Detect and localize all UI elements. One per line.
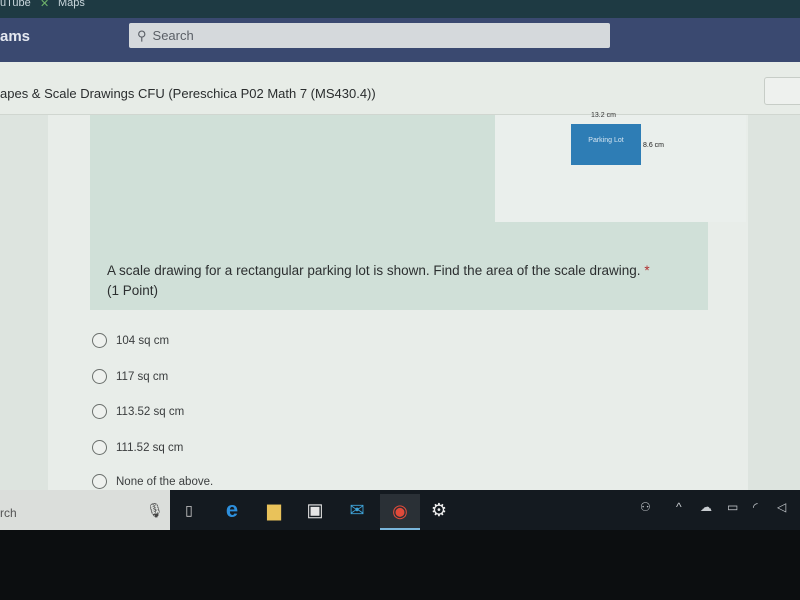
battery-icon[interactable]: ▭ [727,500,738,514]
microphone-icon[interactable]: 🎙 [146,502,164,519]
onedrive-icon[interactable]: ☁ [700,500,712,514]
option-2[interactable]: 117 sq cm [92,369,168,384]
form-panel: 13.2 cm Parking Lot 8.6 cm A scale drawi… [48,112,748,490]
maps-icon: ✕ [40,0,50,10]
task-view-icon[interactable]: ▯ [177,498,201,522]
edge-icon[interactable]: e [220,497,244,522]
app-name: ams [0,28,31,45]
wifi-icon[interactable]: ◜ [753,500,758,514]
option-4[interactable]: 111.52 sq cm [92,440,183,455]
search-input[interactable]: ⚲ Search [129,23,610,48]
radio-button[interactable] [92,440,107,455]
width-label: 13.2 cm [591,112,616,119]
volume-icon[interactable]: ◁ [777,500,786,514]
question-card: 13.2 cm Parking Lot 8.6 cm A scale drawi… [90,112,746,310]
question-points: (1 Point) [107,283,159,298]
form-title: apes & Scale Drawings CFU (Pereschica P0… [0,86,376,101]
taskbar: rch 🎙 ▯ e ▆ ▣ ✉ ◉ ⚙ ⚇ ^ ☁ ▭ ◜ ◁ [0,490,800,530]
bookmark-youtube[interactable]: uTube [0,0,31,9]
option-5[interactable]: None of the above. [92,474,213,489]
taskbar-search[interactable]: rch 🎙 [0,490,170,530]
bookmark-maps[interactable]: Maps [58,0,85,9]
top-right-button[interactable] [764,77,800,105]
mail-icon[interactable]: ✉ [345,498,369,522]
radio-button[interactable] [92,369,107,384]
parking-lot-rectangle: Parking Lot [571,124,641,165]
option-1[interactable]: 104 sq cm [92,333,169,348]
form-title-bar: apes & Scale Drawings CFU (Pereschica P0… [0,62,800,115]
chrome-icon[interactable]: ◉ [380,494,420,530]
settings-icon[interactable]: ⚙ [427,498,451,522]
people-icon[interactable]: ⚇ [640,500,651,514]
search-icon: ⚲ [137,27,147,43]
radio-button[interactable] [92,474,107,489]
radio-button[interactable] [92,333,107,348]
question-text: A scale drawing for a rectangular parkin… [107,263,650,298]
chevron-up-icon[interactable]: ^ [676,500,682,514]
option-3[interactable]: 113.52 sq cm [92,404,184,419]
search-placeholder: Search [152,28,194,43]
question-image: 13.2 cm Parking Lot 8.6 cm [495,112,746,222]
height-label: 8.6 cm [643,142,665,149]
store-icon[interactable]: ▣ [303,498,327,522]
radio-button[interactable] [92,404,107,419]
teams-header: ams ⚲ Search [0,18,800,62]
form-content: 13.2 cm Parking Lot 8.6 cm A scale drawi… [0,112,800,490]
bookmarks-bar: uTube ✕ Maps [0,0,800,18]
file-explorer-icon[interactable]: ▆ [262,498,286,522]
required-marker: * [644,263,650,278]
